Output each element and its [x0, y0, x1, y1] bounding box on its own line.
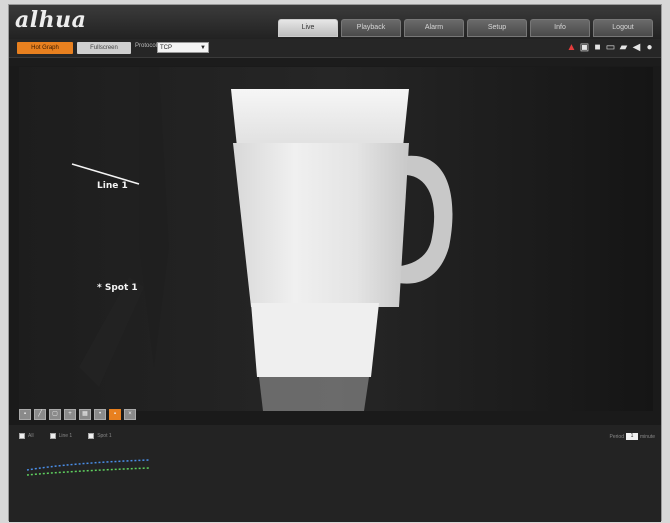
folder-icon[interactable]: ▰ — [618, 42, 629, 53]
zoom-icon[interactable]: + — [64, 409, 76, 420]
trend-graph — [26, 459, 150, 476]
trend-line-green — [26, 467, 150, 476]
spot-label: * Spot 1 — [97, 283, 138, 293]
video-control-bar: ▪ ╱ ▢ + ▦ • ▪ × — [19, 409, 136, 421]
thermal-video-view[interactable]: Line 1 * Spot 1 — [19, 67, 653, 411]
settings-icon[interactable]: ● — [644, 42, 655, 53]
protocol-select[interactable]: TCP ▼ — [157, 42, 209, 53]
channel-info-bar — [9, 58, 661, 66]
rule-icon[interactable]: ▪ — [19, 409, 31, 420]
hot-graph-button[interactable]: Hot Graph — [17, 42, 73, 54]
tab-alarm[interactable]: Alarm — [404, 19, 464, 37]
line-label: Line 1 — [97, 181, 128, 191]
area-icon[interactable]: ▢ — [49, 409, 61, 420]
grid-icon[interactable]: ▦ — [79, 409, 91, 420]
chevron-down-icon: ▼ — [200, 45, 206, 51]
tab-logout[interactable]: Logout — [593, 19, 653, 37]
tab-setup[interactable]: Setup — [467, 19, 527, 37]
protocol-label: Protocol — [135, 43, 158, 49]
trend-line-blue — [26, 459, 150, 471]
main-tabs: Live Playback Alarm Setup Info Logout — [278, 19, 653, 37]
active-icon[interactable]: ▪ — [109, 409, 121, 420]
temperature-trend-panel: All Line 1 Spot 1 Period 1 minute — [9, 425, 661, 522]
line-icon[interactable]: ╱ — [34, 409, 46, 420]
fullscreen-button[interactable]: Fullscreen — [77, 42, 131, 54]
header-bar: alhua Live Playback Alarm Setup Info Log… — [9, 5, 661, 39]
monitor-icon[interactable]: ▭ — [605, 42, 616, 53]
record-icon[interactable]: ▲ — [566, 42, 577, 53]
cup-sleeve — [233, 143, 409, 307]
spot-icon[interactable]: • — [94, 409, 106, 420]
cup-top — [231, 89, 409, 147]
tab-live[interactable]: Live — [278, 19, 338, 37]
cup-reflection — [259, 377, 369, 411]
tab-info[interactable]: Info — [530, 19, 590, 37]
app-window: alhua Live Playback Alarm Setup Info Log… — [8, 4, 662, 522]
cup-base — [251, 303, 379, 377]
toolbar-icons: ▲ ▣ ■ ▭ ▰ ◀ ● — [566, 42, 655, 53]
clear-icon[interactable]: × — [124, 409, 136, 420]
brand-logo: alhua — [15, 7, 87, 33]
stream-icon[interactable]: ▣ — [579, 42, 590, 53]
audio-icon[interactable]: ◀ — [631, 42, 642, 53]
snapshot-icon[interactable]: ■ — [592, 42, 603, 53]
protocol-value: TCP — [160, 45, 172, 51]
tab-playback[interactable]: Playback — [341, 19, 401, 37]
thermal-scene — [19, 67, 653, 411]
live-toolbar: Hot Graph Fullscreen Protocol TCP ▼ ▲ ▣ … — [9, 39, 661, 58]
